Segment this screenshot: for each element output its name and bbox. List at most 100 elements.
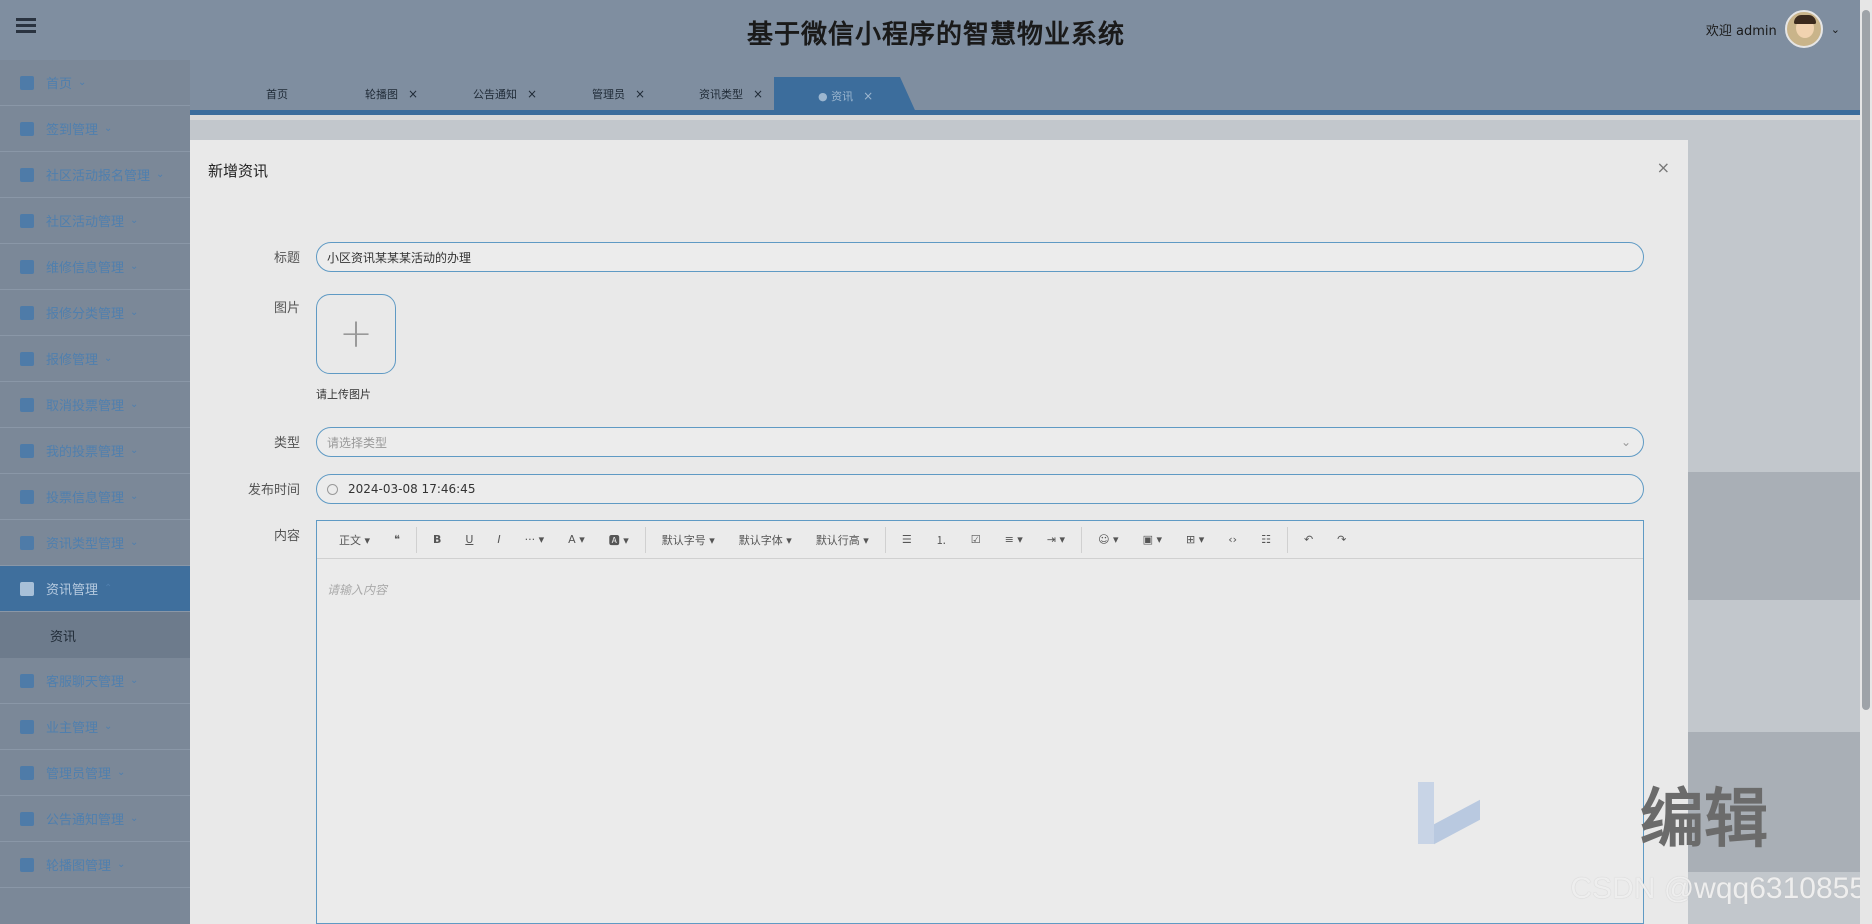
chevron-down-icon: ⌄ (130, 445, 139, 456)
chevron-down-icon[interactable]: ⌄ (1831, 23, 1840, 36)
chevron-down-icon: ⌄ (1620, 435, 1631, 449)
tab-news[interactable]: ● 资讯 × (774, 77, 918, 115)
type-select[interactable]: 请选择类型 ⌄ (316, 427, 1644, 457)
close-icon[interactable]: × (1657, 158, 1670, 177)
upload-tip: 请上传图片 (316, 388, 371, 401)
tab-home[interactable]: 首页 (266, 78, 288, 110)
title-input[interactable]: 小区资讯某某某活动的办理 (316, 242, 1644, 272)
sidebar-item-notice[interactable]: 公告通知管理 ⌄ (0, 796, 190, 842)
type-label: 类型 (273, 436, 300, 451)
content-label: 内容 (273, 529, 300, 544)
paragraph-style-button[interactable]: 正文 ▾ (327, 532, 382, 548)
close-icon[interactable]: × (635, 87, 645, 101)
check-circle-icon (20, 351, 34, 366)
sidebar-item-repair-info[interactable]: 维修信息管理 ⌄ (0, 244, 190, 290)
chevron-down-icon: ⌄ (130, 307, 139, 318)
code-icon[interactable]: ‹› (1216, 533, 1249, 546)
font-family-select[interactable]: 默认字体 ▾ (727, 532, 804, 548)
publish-time-value: 2024-03-08 17:46:45 (348, 482, 476, 496)
sidebar-item-repair[interactable]: 报修管理 ⌄ (0, 336, 190, 382)
tab-news-type[interactable]: 资讯类型 × (699, 78, 763, 110)
drop-icon (20, 719, 34, 734)
sidebar-item-label: 业主管理 (46, 721, 99, 736)
numbered-list-icon[interactable]: ⒈ (924, 532, 959, 548)
line-height-select[interactable]: 默认行高 ▾ (804, 532, 881, 548)
chevron-down-icon: ⌄ (130, 813, 139, 824)
divider-line-icon[interactable]: ☷ (1249, 533, 1283, 546)
scrollbar-thumb[interactable] (1862, 10, 1870, 710)
sidebar-item-chat[interactable]: 客服聊天管理 ⌄ (0, 658, 190, 704)
sidebar-item-label: 客服聊天管理 (46, 675, 125, 690)
underline-icon[interactable]: U (453, 533, 485, 546)
slides-icon (20, 857, 34, 872)
sidebar-item-home[interactable]: 首页 ⌄ (0, 60, 190, 106)
emoji-icon[interactable]: ☺ ▾ (1086, 533, 1131, 546)
bullet-list-icon[interactable]: ☰ (890, 533, 924, 546)
title-input-value: 小区资讯某某某活动的办理 (327, 250, 472, 265)
bar-chart-icon (20, 811, 34, 826)
background-color-icon[interactable]: 🅰 ▾ (597, 532, 641, 548)
tab-label: 首页 (266, 88, 288, 101)
sidebar-item-repair-category[interactable]: 报修分类管理 ⌄ (0, 290, 190, 336)
chevron-down-icon: ⌄ (104, 123, 113, 134)
image-icon[interactable]: ▣ ▾ (1131, 533, 1174, 546)
indent-icon[interactable]: ⇥ ▾ (1035, 533, 1077, 546)
sidebar-item-vote-info[interactable]: 投票信息管理 ⌄ (0, 474, 190, 520)
store-icon (20, 673, 34, 688)
sidebar-item-carousel[interactable]: 轮播图管理 ⌄ (0, 842, 190, 888)
user-menu[interactable]: 欢迎 admin ⌄ (1706, 10, 1840, 48)
sidebar-item-my-vote[interactable]: 我的投票管理 ⌄ (0, 428, 190, 474)
publish-time-input[interactable]: 2024-03-08 17:46:45 (316, 474, 1644, 504)
sidebar-item-admin[interactable]: 管理员管理 ⌄ (0, 750, 190, 796)
sidebar-item-activity-signup[interactable]: 社区活动报名管理 ⌄ (0, 152, 190, 198)
align-icon[interactable]: ≡ ▾ (993, 533, 1035, 546)
editor-placeholder[interactable]: 请输入内容 (317, 559, 1643, 620)
tab-admin[interactable]: 管理员 × (592, 78, 645, 110)
sidebar-subitem-news[interactable]: 资讯 (0, 612, 190, 658)
chevron-up-icon: ⌃ (104, 583, 113, 594)
tab-carousel[interactable]: 轮播图 × (365, 78, 418, 110)
sidebar-item-signin[interactable]: 签到管理 ⌄ (0, 106, 190, 152)
sidebar-item-news[interactable]: 资讯管理 ⌃ (0, 566, 190, 612)
undo-icon[interactable]: ↶ (1292, 533, 1325, 546)
chevron-down-icon: ⌄ (117, 859, 126, 870)
image-upload-button[interactable]: + (316, 294, 396, 374)
editor-toolbar: 正文 ▾ ❝ B U I ··· ▾ A ▾ 🅰 ▾ 默认字号 ▾ 默认字体 ▾… (317, 521, 1643, 559)
quote-icon[interactable]: ❝ (382, 533, 412, 546)
close-icon[interactable]: × (527, 87, 537, 101)
app-title: 基于微信小程序的智慧物业系统 (746, 20, 1125, 50)
sidebar-item-news-type[interactable]: 资讯类型管理 ⌄ (0, 520, 190, 566)
toolbar-divider (1286, 526, 1288, 553)
more-icon[interactable]: ··· ▾ (513, 533, 557, 546)
chevron-down-icon: ⌄ (130, 537, 139, 548)
grid-icon (20, 167, 34, 182)
rich-text-editor[interactable]: 正文 ▾ ❝ B U I ··· ▾ A ▾ 🅰 ▾ 默认字号 ▾ 默认字体 ▾… (316, 520, 1644, 924)
font-size-select[interactable]: 默认字号 ▾ (650, 532, 727, 548)
sidebar-item-label: 维修信息管理 (46, 261, 125, 276)
image-icon (20, 121, 34, 136)
publish-time-label: 发布时间 (247, 483, 300, 498)
table-icon[interactable]: ⊞ ▾ (1174, 533, 1216, 546)
font-color-icon[interactable]: A ▾ (556, 533, 597, 546)
close-icon[interactable]: × (753, 87, 763, 101)
bold-icon[interactable]: B (421, 533, 453, 546)
sidebar-item-activity[interactable]: 社区活动管理 ⌄ (0, 198, 190, 244)
italic-icon[interactable]: I (485, 533, 512, 546)
tab-label: ● 资讯 (818, 90, 854, 103)
sidebar-item-cancel-vote[interactable]: 取消投票管理 ⌄ (0, 382, 190, 428)
close-icon[interactable]: × (863, 89, 873, 103)
sidebar-item-owner[interactable]: 业主管理 ⌄ (0, 704, 190, 750)
page-scrollbar[interactable] (1860, 0, 1872, 924)
tab-notice[interactable]: 公告通知 × (473, 78, 537, 110)
tab-label: 轮播图 (365, 88, 398, 101)
sidebar-item-label: 取消投票管理 (46, 399, 125, 414)
todo-icon[interactable]: ☑ (959, 533, 993, 546)
columns-icon (20, 765, 34, 780)
chevron-down-icon: ⌄ (130, 675, 139, 686)
circle-icon (20, 259, 34, 274)
avatar[interactable] (1784, 10, 1823, 48)
redo-icon[interactable]: ↷ (1325, 533, 1358, 546)
title-label: 标题 (273, 251, 300, 266)
chevron-down-icon: ⌄ (130, 261, 139, 272)
close-icon[interactable]: × (408, 87, 418, 101)
